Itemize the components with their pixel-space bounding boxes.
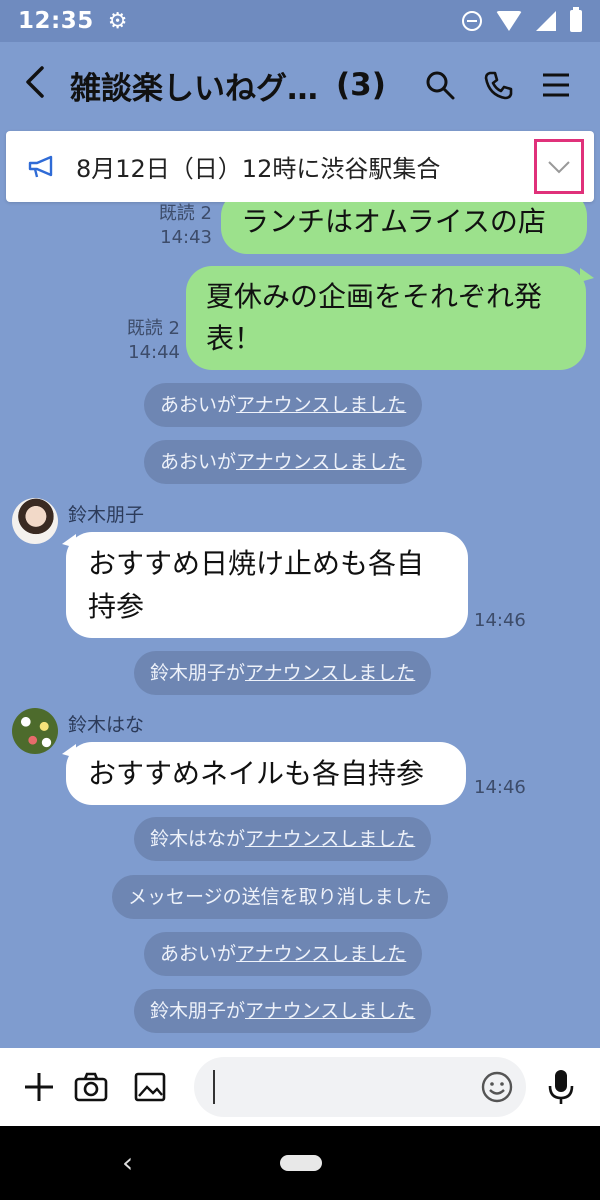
message-line: 夏休みの企画をそれぞれ発 [206, 280, 543, 313]
menu-icon[interactable] [540, 69, 572, 101]
message-time: 14:43 [160, 227, 212, 248]
system-notice: 鈴木朋子がアナウンスしました [134, 989, 432, 1033]
settings-gear-icon: ⚙ [107, 8, 128, 34]
microphone-icon[interactable] [546, 1068, 576, 1110]
bubble-tail [580, 268, 594, 282]
search-icon[interactable] [424, 69, 456, 101]
sender-name: 鈴木朋子 [68, 504, 145, 526]
system-notice: あおいがアナウンスしました [144, 383, 423, 427]
system-notice: メッセージの送信を取り消しました [112, 875, 448, 919]
notice-actor: 鈴木朋子が [150, 1000, 246, 1022]
read-receipt: 既読 2 [126, 318, 180, 339]
status-bar: 12:35 ⚙ [0, 0, 600, 42]
announcement-link[interactable]: アナウンスしました [236, 943, 406, 965]
message-meta: 既読 2 14:44 [108, 317, 180, 365]
message-meta: 既読 2 14:43 [140, 202, 212, 250]
nav-back-icon[interactable]: ‹ [122, 1146, 133, 1179]
message-time: 14:46 [474, 777, 526, 798]
outgoing-message[interactable]: ランチはオムライスの店 [221, 202, 587, 254]
notice-actor: あおいが [160, 943, 237, 965]
nav-home-button[interactable] [280, 1155, 322, 1171]
member-count: (3) [336, 67, 386, 103]
megaphone-icon [6, 155, 76, 179]
text-caret [213, 1070, 215, 1104]
chat-area[interactable]: 既読 2 14:43 ランチはオムライスの店 既読 2 14:44 夏休みの企画… [0, 202, 600, 1048]
announcement-banner[interactable]: 8月12日（日）12時に渋谷駅集合 [6, 131, 594, 202]
sender-name: 鈴木はな [68, 714, 145, 736]
cell-signal-icon [536, 11, 556, 31]
message-time: 14:46 [474, 610, 526, 631]
announcement-link[interactable]: アナウンスしました [245, 1000, 415, 1022]
read-receipt: 既読 2 [158, 203, 212, 224]
input-bar [0, 1048, 600, 1126]
do-not-disturb-icon [462, 11, 482, 31]
incoming-message[interactable]: おすすめネイルも各自持参 [66, 742, 466, 805]
system-notice: あおいがアナウンスしました [144, 932, 423, 976]
chat-header: 雑談楽しいねグ… (3) [0, 42, 600, 128]
notice-actor: 鈴木はなが [150, 828, 246, 850]
avatar[interactable] [12, 708, 58, 754]
outgoing-message[interactable]: 夏休みの企画をそれぞれ発 表！ [186, 266, 586, 370]
system-notice: 鈴木はながアナウンスしました [134, 817, 432, 861]
chat-title[interactable]: 雑談楽しいねグ… [70, 63, 318, 108]
announcement-link[interactable]: アナウンスしました [245, 662, 415, 684]
wifi-icon [496, 11, 522, 31]
status-icons [462, 7, 582, 32]
image-icon[interactable] [127, 1064, 173, 1110]
phone-icon[interactable] [482, 69, 514, 101]
announcement-text: 8月12日（日）12時に渋谷駅集合 [76, 155, 441, 183]
announcement-link[interactable]: アナウンスしました [236, 451, 406, 473]
status-time: 12:35 [18, 8, 94, 34]
message-line: 持参 [88, 590, 145, 623]
chevron-left-icon[interactable] [0, 65, 70, 106]
announcement-link[interactable]: アナウンスしました [245, 828, 415, 850]
message-line: おすすめ日焼け止めも各自 [88, 547, 425, 580]
message-line: 表！ [206, 322, 263, 355]
incoming-message[interactable]: おすすめ日焼け止めも各自 持参 [66, 532, 468, 638]
emoji-icon[interactable] [480, 1070, 514, 1108]
battery-icon [570, 7, 582, 32]
notice-actor: あおいが [160, 451, 237, 473]
message-time: 14:44 [128, 342, 180, 363]
notice-actor: 鈴木朋子が [150, 662, 246, 684]
system-notice: 鈴木朋子がアナウンスしました [134, 651, 432, 695]
avatar[interactable] [12, 498, 58, 544]
system-notice: あおいがアナウンスしました [144, 440, 423, 484]
message-input[interactable] [194, 1057, 526, 1117]
camera-icon[interactable] [68, 1064, 114, 1110]
plus-icon[interactable] [16, 1064, 62, 1110]
system-nav-bar: ‹ [0, 1126, 600, 1200]
chevron-down-icon[interactable] [534, 139, 584, 194]
announcement-link[interactable]: アナウンスしました [236, 394, 406, 416]
notice-actor: あおいが [160, 394, 237, 416]
